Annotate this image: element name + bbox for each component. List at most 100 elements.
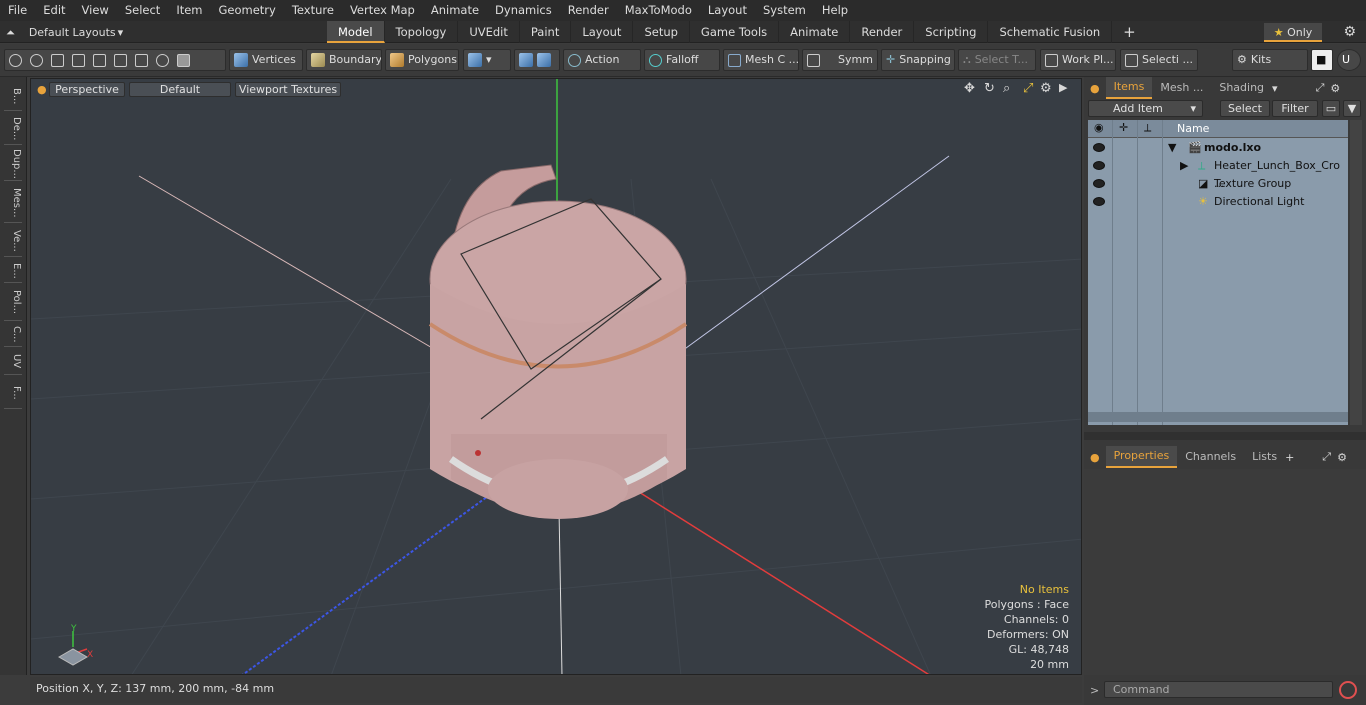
tab-edge[interactable]: E...	[4, 259, 22, 283]
expand-icon[interactable]: ⤢	[1316, 81, 1325, 95]
viewport-arrow-icon[interactable]: ▶	[1059, 81, 1067, 94]
kits-button[interactable]: ⚙ Kits	[1232, 49, 1308, 71]
tab-uvedit[interactable]: UVEdit	[458, 21, 520, 43]
zoom-icon[interactable]: ⌕	[1003, 81, 1010, 96]
eye-icon[interactable]	[1093, 197, 1105, 206]
tab-polygon[interactable]: Pol...	[4, 285, 22, 321]
tree-row-mesh[interactable]: ▶ ⟂ Heater_Lunch_Box_Cro ...	[1088, 157, 1348, 190]
vertical-scrollbar[interactable]	[1350, 120, 1362, 425]
eye-icon[interactable]	[1093, 179, 1105, 188]
tree-scrollbar[interactable]	[1088, 412, 1348, 422]
menu-edit[interactable]: Edit	[35, 0, 73, 21]
type-column-icon[interactable]: ⟂	[1144, 121, 1151, 135]
shield-icon[interactable]	[177, 53, 190, 67]
menu-view[interactable]: View	[74, 0, 117, 21]
menu-vertex-map[interactable]: Vertex Map	[342, 0, 423, 21]
tab-layout[interactable]: Layout	[571, 21, 634, 43]
brush-icon[interactable]	[72, 53, 85, 67]
tab-mesh-edit[interactable]: Mes...	[4, 183, 22, 223]
default-layouts-dropdown[interactable]: ⏶ Default Layouts ▾	[6, 24, 123, 41]
tree-row-light[interactable]: ☀ Directional Light	[1088, 193, 1348, 211]
select-through-button[interactable]: ⛬ Select T...	[958, 49, 1036, 71]
perspective-dropdown[interactable]: Perspective	[49, 82, 125, 97]
tab-duplicate[interactable]: Dup...	[4, 147, 22, 181]
tab-vertex[interactable]: Ve...	[4, 225, 22, 257]
mesh-constraint-button[interactable]: Mesh C ...	[723, 49, 799, 71]
rotate-icon[interactable]	[156, 53, 169, 67]
select-button[interactable]: Select	[1220, 100, 1270, 117]
panel-dot-icon[interactable]: ●	[1090, 82, 1100, 95]
collapse-icon[interactable]: ▭	[1322, 100, 1340, 117]
tab-setup[interactable]: Setup	[633, 21, 690, 43]
tab-lists[interactable]: Lists	[1244, 447, 1285, 467]
panel-dot-icon[interactable]: ●	[1090, 451, 1100, 464]
globe-icon[interactable]	[30, 53, 43, 67]
tab-fusion[interactable]: F...	[4, 377, 22, 409]
menu-help[interactable]: Help	[814, 0, 856, 21]
tab-mesh[interactable]: Mesh ...	[1152, 78, 1211, 98]
menu-animate[interactable]: Animate	[423, 0, 487, 21]
material-dropdown[interactable]: ▾	[463, 49, 511, 71]
box-icon[interactable]	[135, 53, 148, 67]
eye-icon[interactable]	[1093, 161, 1105, 170]
move-view-icon[interactable]: ✥	[964, 81, 975, 96]
symmetry-icons[interactable]	[514, 49, 560, 71]
menu-render[interactable]: Render	[560, 0, 617, 21]
panel-splitter[interactable]	[1084, 432, 1366, 440]
expand-arrow-icon[interactable]: ▼	[1168, 139, 1176, 157]
menu-item[interactable]: Item	[168, 0, 210, 21]
maximize-icon[interactable]: ⤢	[1023, 81, 1033, 96]
viewport-textures-dropdown[interactable]: Viewport Textures	[235, 82, 341, 97]
viewport-menu-dot-icon[interactable]: ●	[37, 83, 47, 96]
tab-basic[interactable]: B...	[4, 83, 22, 111]
circle-icon[interactable]	[9, 53, 22, 67]
tab-schematic-fusion[interactable]: Schematic Fusion	[988, 21, 1113, 43]
eye-icon[interactable]	[1093, 143, 1105, 152]
lunch-box-model[interactable]	[428, 164, 688, 519]
command-input[interactable]: Command	[1104, 681, 1333, 698]
shading-dropdown[interactable]: Default	[129, 82, 231, 97]
tree-row-texture-group[interactable]: ◪ Texture Group	[1088, 175, 1348, 193]
snapping-button[interactable]: ✛ Snapping	[881, 49, 955, 71]
gear-icon[interactable]: ⚙	[1343, 24, 1356, 40]
tab-curve[interactable]: C...	[4, 323, 22, 347]
tab-deform[interactable]: De...	[4, 113, 22, 145]
panel-gear-icon[interactable]: ⚙	[1330, 82, 1340, 95]
lock-column-icon[interactable]: ✛	[1119, 121, 1128, 134]
pen-icon[interactable]	[51, 53, 64, 67]
tab-items[interactable]: Items	[1105, 77, 1153, 99]
polygons-button[interactable]: Polygons	[385, 49, 459, 71]
tab-shading[interactable]: Shading	[1211, 78, 1272, 98]
tab-animate[interactable]: Animate	[779, 21, 851, 43]
tab-topology[interactable]: Topology	[385, 21, 459, 43]
add-tab-icon[interactable]: +	[1112, 21, 1147, 43]
menu-maxtomodo[interactable]: MaxToModo	[617, 0, 700, 21]
visibility-column-icon[interactable]: ◉	[1094, 121, 1104, 134]
unreal-icon[interactable]: U	[1337, 49, 1361, 71]
menu-select[interactable]: Select	[117, 0, 168, 21]
falloff-button[interactable]: Falloff	[644, 49, 720, 71]
only-toggle[interactable]: ★ Only	[1264, 23, 1322, 42]
tab-paint[interactable]: Paint	[520, 21, 572, 43]
add-item-button[interactable]: Add Item ▾	[1088, 100, 1203, 117]
tab-game-tools[interactable]: Game Tools	[690, 21, 780, 43]
cube-icon[interactable]: ■	[1311, 49, 1333, 71]
menu-texture[interactable]: Texture	[284, 0, 342, 21]
funnel-icon[interactable]: ▼	[1343, 100, 1361, 117]
tab-render[interactable]: Render	[850, 21, 915, 43]
record-icon[interactable]	[1339, 681, 1357, 699]
rotate-view-icon[interactable]: ↻	[984, 81, 995, 96]
menu-geometry[interactable]: Geometry	[211, 0, 284, 21]
menu-system[interactable]: System	[755, 0, 814, 21]
tab-uv[interactable]: UV	[4, 349, 22, 375]
item-icon[interactable]	[93, 53, 106, 67]
name-column-header[interactable]: Name	[1177, 122, 1209, 135]
filter-button[interactable]: Filter	[1272, 100, 1318, 117]
expand-arrow-icon[interactable]: ▶	[1180, 157, 1188, 175]
tab-scripting[interactable]: Scripting	[914, 21, 989, 43]
symmetry-button[interactable]: Symm ...	[802, 49, 878, 71]
vertices-button[interactable]: Vertices	[229, 49, 303, 71]
3d-viewport[interactable]: Y X ● Perspective Default Viewport Textu…	[30, 78, 1082, 675]
tab-model[interactable]: Model	[327, 21, 385, 43]
tab-properties[interactable]: Properties	[1105, 446, 1178, 468]
